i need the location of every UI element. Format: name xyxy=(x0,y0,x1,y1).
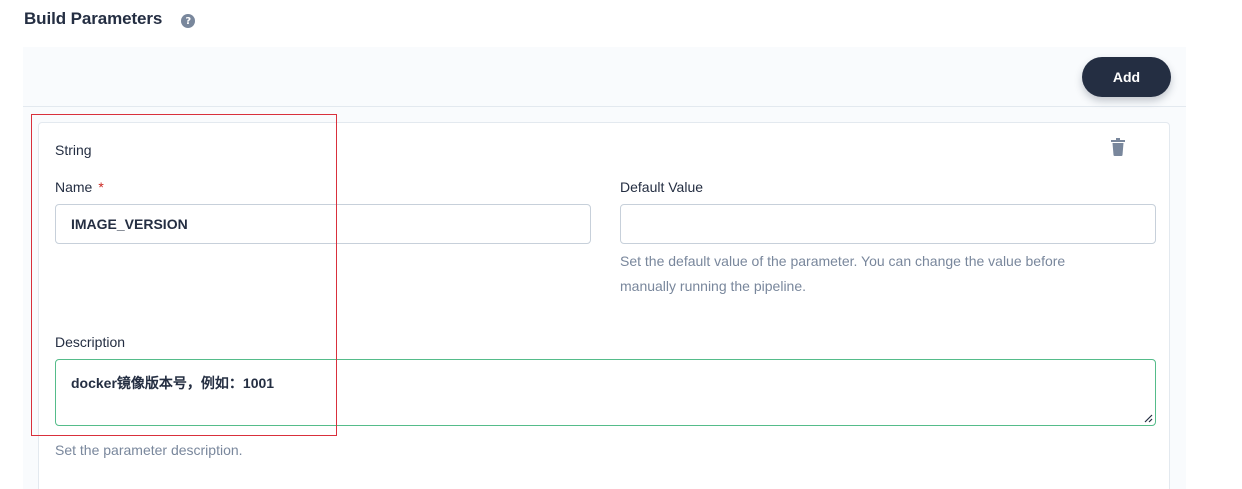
page: Build Parameters ? Add String Name * IMAG… xyxy=(0,0,1242,489)
name-input[interactable]: IMAGE_VERSION xyxy=(55,204,591,244)
default-value-input[interactable] xyxy=(620,204,1156,244)
description-hint: Set the parameter description. xyxy=(55,442,243,458)
question-circle-icon[interactable]: ? xyxy=(181,14,196,28)
resize-handle-icon[interactable] xyxy=(1143,413,1153,423)
description-textarea-value: docker镜像版本号，例如：1001 xyxy=(71,375,275,391)
default-value-hint: Set the default value of the parameter. … xyxy=(620,253,1066,294)
required-marker: * xyxy=(98,179,104,195)
name-input-value: IMAGE_VERSION xyxy=(71,216,188,232)
name-field-label: Name * xyxy=(55,179,104,195)
parameter-card: String Name * IMAGE_VERSION Default Value… xyxy=(38,122,1170,489)
parameter-type-label: String xyxy=(55,142,92,158)
description-textarea[interactable]: docker镜像版本号，例如：1001 xyxy=(55,359,1156,426)
build-parameters-panel: Add String Name * IMAGE_VERSION Default V… xyxy=(23,47,1186,489)
section-title: Build Parameters xyxy=(24,9,163,28)
description-label: Description xyxy=(55,334,126,350)
default-value-label: Default Value xyxy=(620,179,704,195)
parameters-toolbar: Add xyxy=(23,47,1186,107)
add-parameter-button[interactable]: Add xyxy=(1082,57,1171,97)
section-header: Build Parameters ? xyxy=(24,9,196,29)
trash-icon[interactable] xyxy=(1111,138,1125,156)
name-label-text: Name xyxy=(55,179,93,195)
